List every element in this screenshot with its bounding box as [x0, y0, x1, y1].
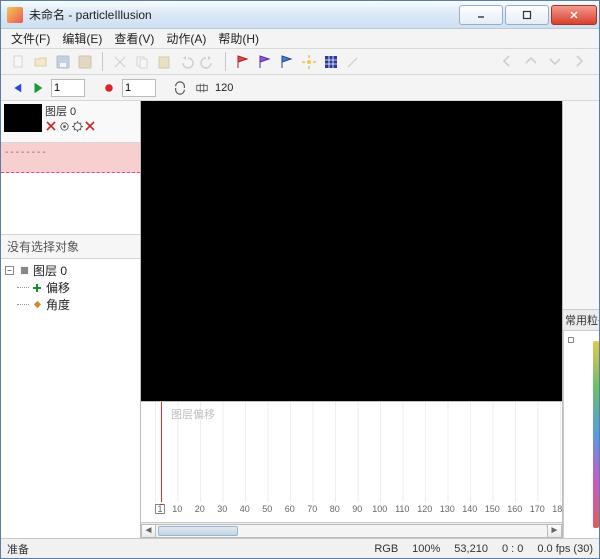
nav-left-icon[interactable]	[497, 51, 517, 71]
timeline-panel[interactable]: 图层偏移 11020304050607080901001101201301401…	[141, 402, 562, 522]
app-icon	[7, 7, 23, 23]
grid-icon[interactable]	[321, 52, 341, 72]
end-frame-label: 120	[215, 82, 233, 94]
app-window: 未命名 - particleIllusion 文件(F) 编辑(E) 查看(V)…	[0, 0, 600, 559]
timeline-grid	[155, 402, 562, 502]
plus-green-icon	[31, 282, 43, 294]
window-title: 未命名 - particleIllusion	[29, 6, 457, 23]
scroll-thumb[interactable]	[158, 526, 238, 536]
left-panel: 图层 0 -------- 没有选择对象 − 图层 0	[1, 101, 141, 538]
maximize-button[interactable]	[505, 5, 549, 25]
status-coords: 53,210	[454, 543, 488, 555]
timeline-ruler-start: 1	[155, 504, 165, 514]
new-icon[interactable]	[9, 52, 29, 72]
layer-name: 图层 0	[45, 103, 138, 119]
statusbar: 准备 RGB 100% 53,210 0 : 0 0.0 fps (30)	[1, 538, 599, 558]
copy-icon[interactable]	[132, 52, 152, 72]
status-ready: 准备	[7, 541, 29, 557]
tree-offset[interactable]: 偏移	[5, 279, 136, 296]
playback-toolbar: 120	[1, 75, 599, 101]
save-icon[interactable]	[53, 52, 73, 72]
tree-angle-label: 角度	[46, 296, 70, 313]
nav-down-icon[interactable]	[545, 51, 565, 71]
layer-thumbnail	[4, 104, 42, 132]
open-icon[interactable]	[31, 52, 51, 72]
layer-lock-x-icon[interactable]	[84, 120, 96, 132]
layer-meta: 图层 0	[45, 103, 138, 140]
close-button[interactable]	[551, 5, 597, 25]
record-frame-input[interactable]	[122, 79, 156, 97]
paste-icon[interactable]	[154, 52, 174, 72]
wand-icon[interactable]	[343, 52, 363, 72]
library-panel: 常用粒子	[563, 101, 599, 538]
library-upper-gap	[563, 101, 599, 310]
menu-view[interactable]: 查看(V)	[108, 29, 160, 48]
library-swatch-strip	[593, 341, 599, 529]
tree-root-label: 图层 0	[33, 262, 67, 279]
tree-offset-label: 偏移	[46, 279, 70, 296]
nav-up-icon[interactable]	[521, 51, 541, 71]
undo-icon[interactable]	[176, 52, 196, 72]
status-ratio: 0 : 0	[502, 543, 523, 555]
record-icon[interactable]	[100, 79, 118, 97]
selection-strip: --------	[1, 143, 140, 173]
flag-red-icon[interactable]	[233, 52, 253, 72]
sparkle-icon[interactable]	[299, 52, 319, 72]
play-icon[interactable]	[29, 79, 47, 97]
center-panel: 图层偏移 11020304050607080901001101201301401…	[141, 101, 563, 538]
workspace: 图层 0 -------- 没有选择对象 − 图层 0	[1, 101, 599, 538]
minimize-button[interactable]	[459, 5, 503, 25]
layer-row[interactable]: 图层 0	[1, 101, 140, 143]
tree-angle[interactable]: 角度	[5, 296, 136, 313]
library-body[interactable]	[563, 331, 599, 539]
properties-header: 没有选择对象	[1, 235, 140, 259]
menu-file[interactable]: 文件(F)	[5, 29, 56, 48]
layer-empty-area	[1, 173, 140, 235]
cut-icon[interactable]	[110, 52, 130, 72]
layer-delete-x-icon[interactable]	[45, 120, 57, 132]
save-as-icon[interactable]	[75, 52, 95, 72]
scroll-left-icon[interactable]: ◄	[141, 524, 156, 538]
timeline-ruler[interactable]: 1102030405060708090100110120130140150160…	[155, 504, 562, 518]
properties-tree: − 图层 0 偏移 角度	[1, 259, 140, 538]
menu-edit[interactable]: 编辑(E)	[56, 29, 108, 48]
menu-help[interactable]: 帮助(H)	[212, 29, 265, 48]
status-colormode: RGB	[374, 543, 398, 555]
menu-action[interactable]: 动作(A)	[160, 29, 212, 48]
flag-purple-icon[interactable]	[255, 52, 275, 72]
diamond-icon	[31, 299, 43, 311]
nav-right-icon[interactable]	[569, 51, 589, 71]
range-icon[interactable]	[193, 79, 211, 97]
layer-gear-icon[interactable]	[71, 120, 83, 132]
menubar: 文件(F) 编辑(E) 查看(V) 动作(A) 帮助(H)	[1, 29, 599, 49]
scroll-track[interactable]	[156, 524, 547, 538]
layer-square-icon	[18, 265, 30, 277]
timeline-track-label: 图层偏移	[171, 406, 215, 422]
main-toolbar	[1, 49, 599, 75]
loop-icon[interactable]	[171, 79, 189, 97]
timeline-playhead[interactable]	[161, 402, 162, 502]
status-fps: 0.0 fps (30)	[537, 543, 593, 555]
flag-blue-icon[interactable]	[277, 52, 297, 72]
horizontal-scrollbar[interactable]: ◄ ►	[141, 522, 562, 538]
stage-viewport[interactable]	[141, 101, 562, 402]
library-collapse-icon[interactable]	[568, 337, 574, 343]
tree-root[interactable]: − 图层 0	[5, 262, 136, 279]
tree-collapse-icon[interactable]: −	[5, 266, 14, 275]
status-zoom: 100%	[412, 543, 440, 555]
scroll-right-icon[interactable]: ►	[547, 524, 562, 538]
current-frame-input[interactable]	[51, 79, 85, 97]
titlebar: 未命名 - particleIllusion	[1, 1, 599, 29]
window-controls	[457, 5, 597, 25]
redo-icon[interactable]	[198, 52, 218, 72]
library-title: 常用粒子	[563, 310, 599, 331]
layer-visible-icon[interactable]	[58, 120, 70, 132]
rewind-icon[interactable]	[7, 79, 25, 97]
